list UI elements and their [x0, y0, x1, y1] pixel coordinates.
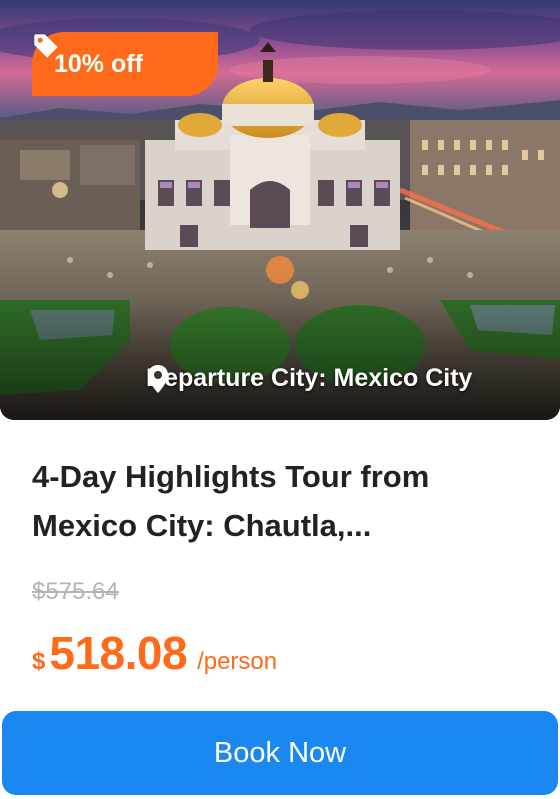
discount-badge: 10% off [32, 32, 218, 96]
book-now-button[interactable]: Book Now [2, 711, 558, 795]
current-price: $ 518.08 /person [32, 626, 277, 680]
price-unit: /person [197, 648, 278, 675]
tour-hero-image[interactable]: 10% off Departure City: Mexico City [0, 0, 560, 420]
tour-card[interactable]: 10% off Departure City: Mexico City 4-Da… [0, 0, 560, 799]
price-amount: 518.08 [49, 627, 188, 679]
tour-title[interactable]: 4-Day Highlights Tour from Mexico City: … [32, 452, 532, 550]
discount-text: 10% off [54, 49, 143, 78]
original-price: $575.64 [32, 578, 119, 605]
departure-city: Departure City: Mexico City [146, 364, 472, 393]
currency-symbol: $ [32, 648, 46, 675]
departure-label: Departure City: Mexico City [146, 364, 473, 392]
tag-icon [34, 34, 58, 58]
location-pin-icon [148, 365, 168, 393]
